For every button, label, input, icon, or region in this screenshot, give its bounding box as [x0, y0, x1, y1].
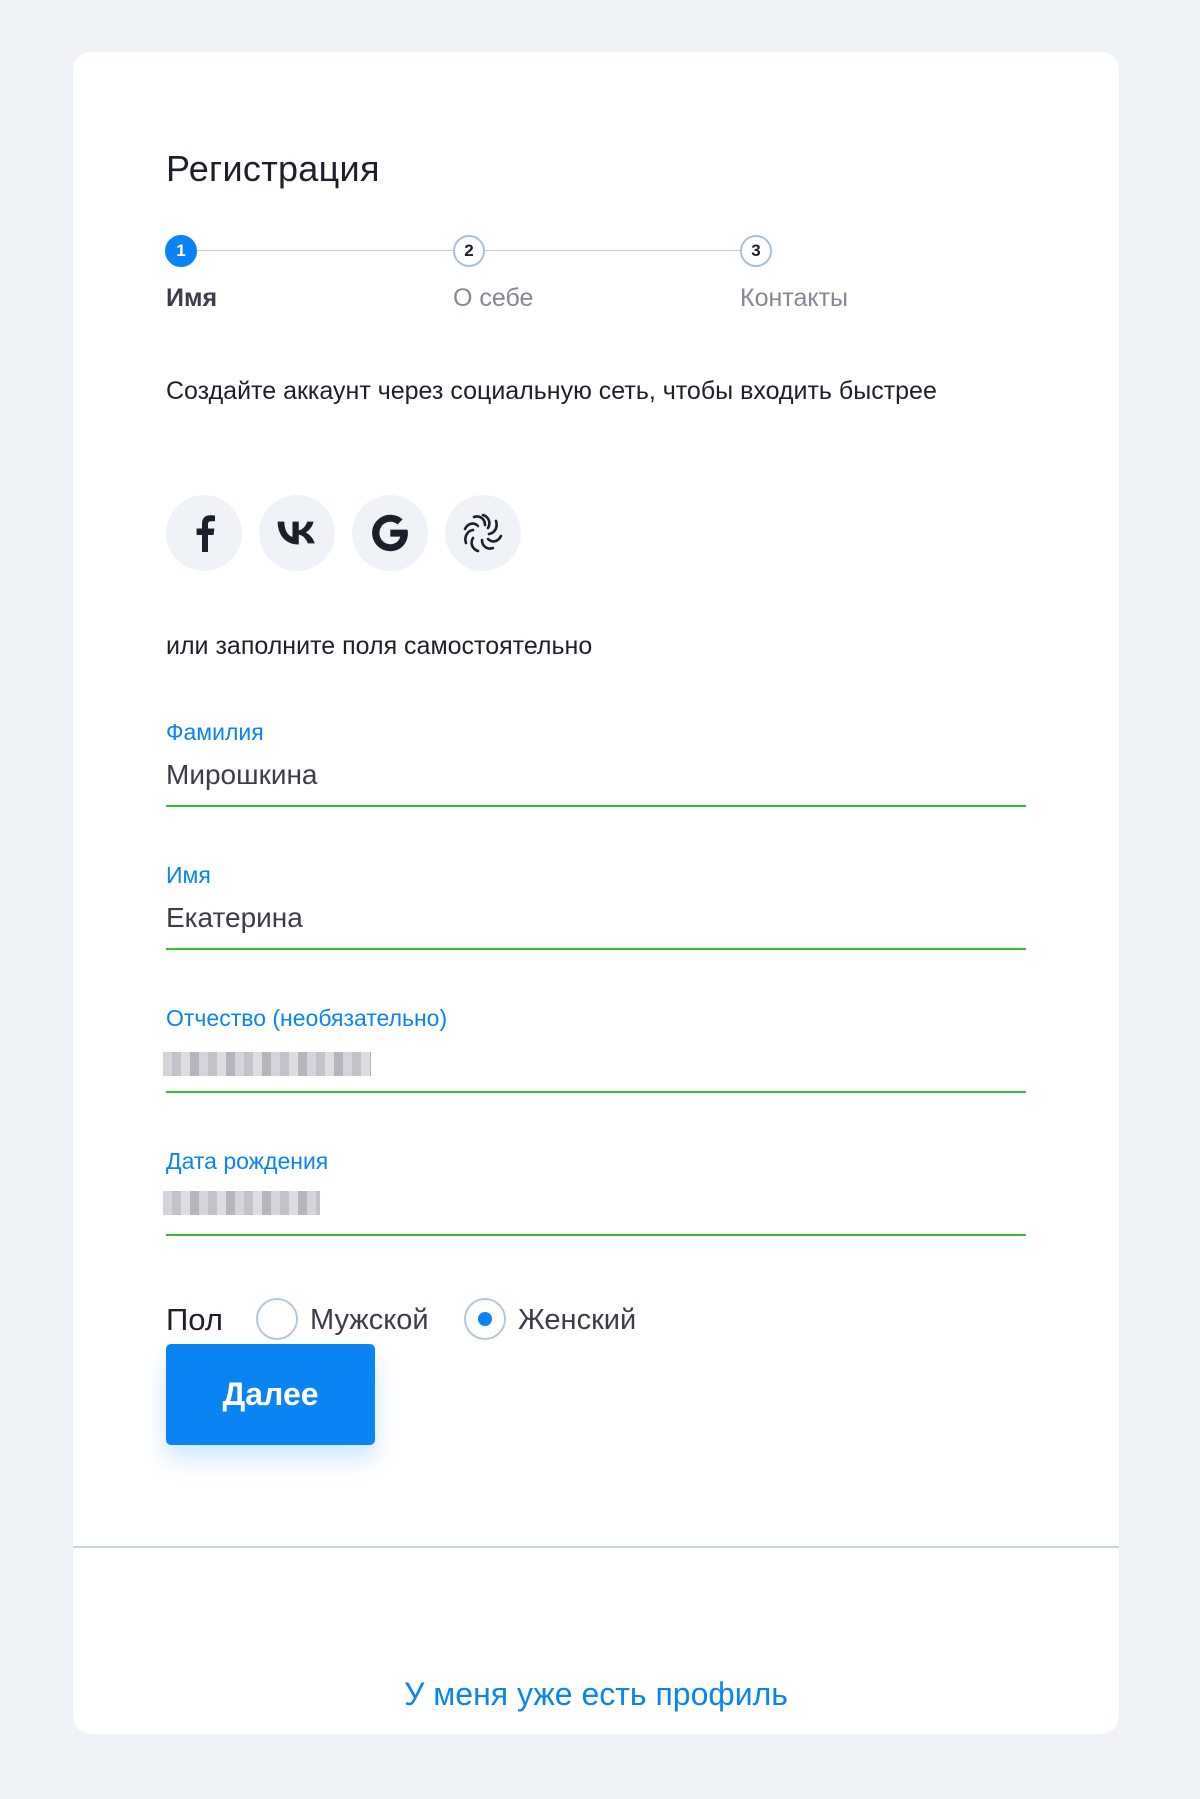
first-name-label: Имя [166, 862, 211, 888]
patronymic-label: Отчество (необязательно) [166, 1005, 448, 1031]
sber-login-button[interactable] [445, 495, 521, 571]
step-1-indicator: 1 [165, 235, 197, 267]
last-name-underline [166, 805, 1026, 807]
manual-fill-prompt: или заполните поля самостоятельно [166, 632, 593, 660]
vk-login-button[interactable] [259, 495, 335, 571]
stepper-connector [468, 250, 756, 251]
gender-label: Пол [166, 1302, 223, 1337]
registration-card: Регистрация 1 2 3 Имя О себе Контакты Со… [73, 52, 1119, 1734]
step-2-indicator: 2 [453, 235, 485, 267]
step-2-label: О себе [453, 284, 534, 312]
facebook-login-button[interactable] [166, 495, 242, 571]
first-name-input[interactable]: Екатерина [166, 902, 303, 934]
last-name-input[interactable]: Мирошкина [166, 759, 318, 791]
step-1-label: Имя [166, 284, 218, 312]
page-title: Регистрация [166, 148, 380, 189]
birth-date-input-redacted[interactable] [163, 1191, 320, 1215]
last-name-field[interactable]: Фамилия Мирошкина [166, 719, 1026, 809]
gender-male-label[interactable]: Мужской [310, 1304, 429, 1337]
first-name-field[interactable]: Имя Екатерина [166, 862, 1026, 952]
birth-date-field[interactable]: Дата рождения [163, 1148, 1026, 1238]
gender-female-label[interactable]: Женский [518, 1304, 636, 1337]
stepper-connector [180, 250, 468, 251]
patronymic-underline [166, 1091, 1026, 1093]
footer-divider [73, 1546, 1119, 1548]
next-button[interactable]: Далее [166, 1344, 375, 1445]
last-name-label: Фамилия [166, 719, 264, 745]
google-login-button[interactable] [352, 495, 428, 571]
step-3-label: Контакты [740, 284, 848, 312]
existing-profile-link[interactable]: У меня уже есть профиль [73, 1676, 1119, 1713]
patronymic-field[interactable]: Отчество (необязательно) [163, 1005, 1026, 1095]
facebook-icon [196, 515, 215, 552]
first-name-underline [166, 948, 1026, 950]
vk-icon [277, 521, 315, 545]
patronymic-input-redacted[interactable] [163, 1052, 371, 1076]
birth-date-label: Дата рождения [166, 1148, 329, 1174]
sber-icon [463, 513, 503, 553]
step-3-indicator: 3 [740, 235, 772, 267]
social-prompt: Создайте аккаунт через социальную сеть, … [166, 377, 937, 405]
gender-female-radio[interactable] [464, 1298, 506, 1340]
gender-male-radio[interactable] [256, 1298, 298, 1340]
birth-date-underline [166, 1234, 1026, 1236]
google-icon [372, 514, 408, 552]
